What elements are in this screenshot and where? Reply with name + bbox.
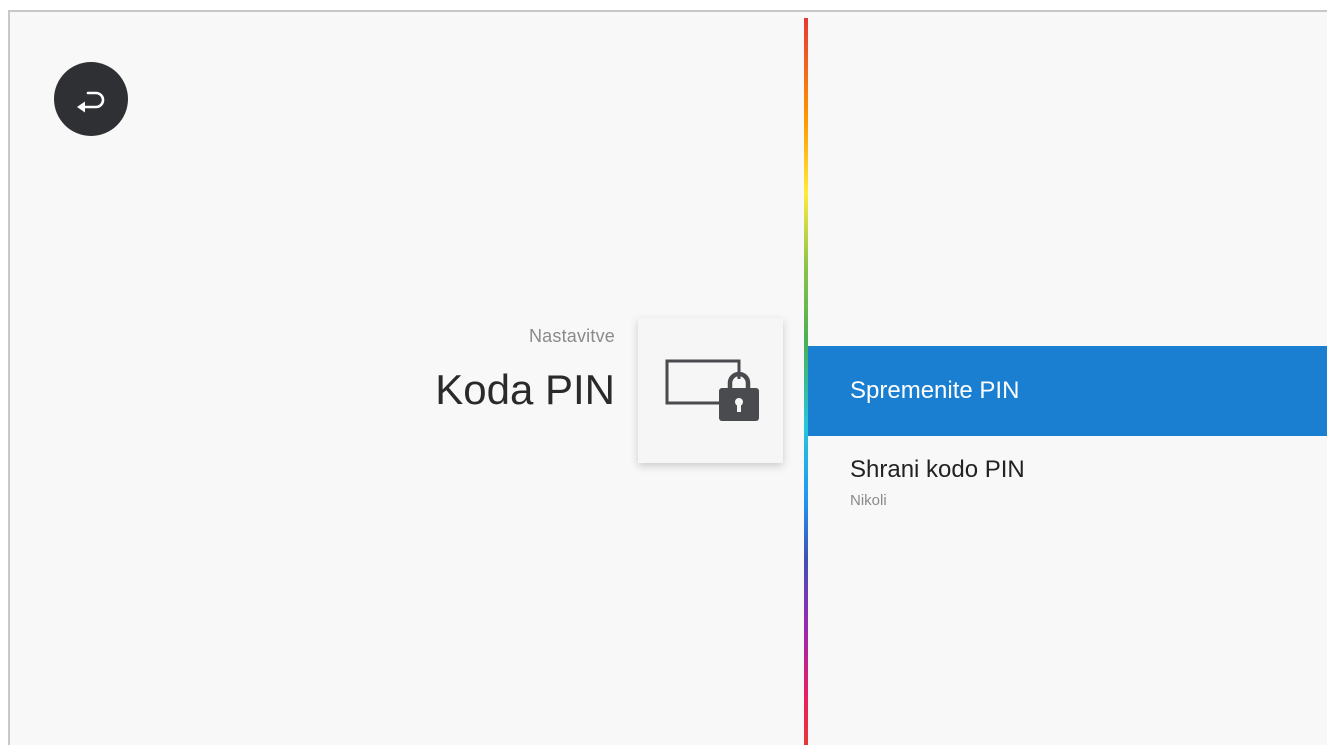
back-button[interactable]	[54, 62, 128, 136]
menu-item-save-pin[interactable]: Shrani kodo PIN Nikoli	[808, 452, 1327, 522]
menu-item-label: Shrani kodo PIN	[850, 456, 1025, 483]
back-arrow-icon	[77, 91, 105, 113]
menu-item-label: Spremenite PIN	[850, 377, 1020, 404]
breadcrumb: Nastavitve	[528, 326, 615, 346]
screen-lock-icon	[665, 359, 759, 421]
menu-item-value: Nikoli	[850, 492, 887, 509]
category-icon-card	[638, 318, 783, 463]
settings-screen: Nastavitve Koda PIN Spremenite PIN Shran…	[8, 10, 1327, 745]
options-panel: Spremenite PIN Shrani kodo PIN Nikoli	[808, 12, 1327, 745]
page-title: Koda PIN	[435, 366, 615, 413]
menu-item-change-pin[interactable]: Spremenite PIN	[808, 346, 1327, 436]
